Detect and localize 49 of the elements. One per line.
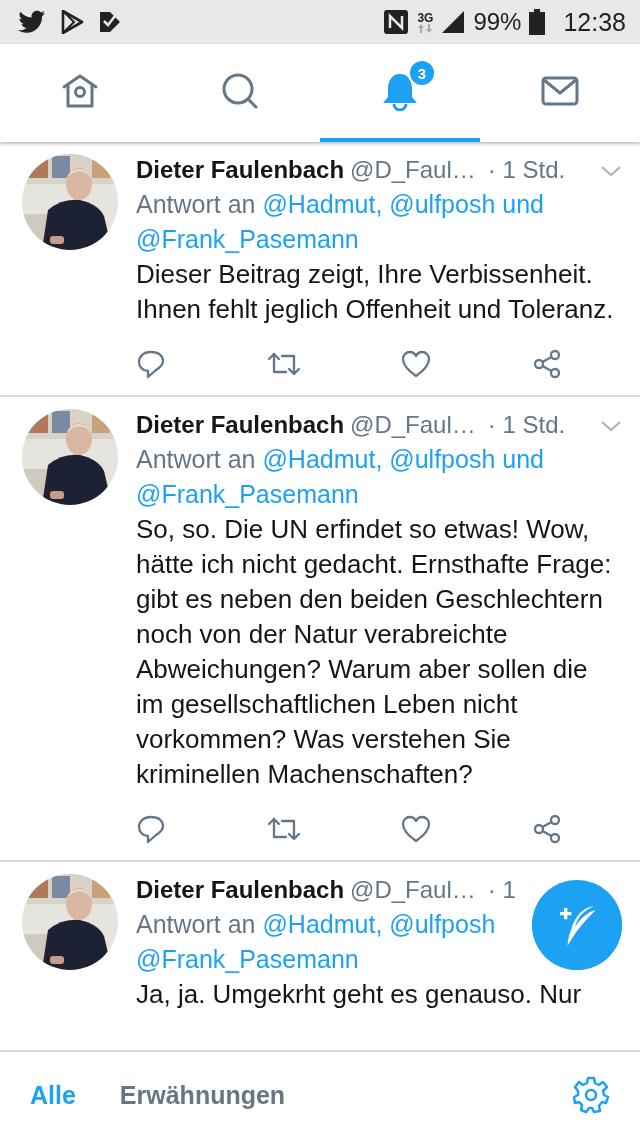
heart-icon[interactable] <box>401 350 432 378</box>
notifications-tab[interactable]: 3 <box>320 44 480 142</box>
reply-icon[interactable] <box>136 349 166 379</box>
data-arrows-icon <box>418 23 433 33</box>
filter-tab[interactable]: Alle <box>30 1074 76 1116</box>
mention-link[interactable]: @Frank_Pasemann <box>136 480 359 508</box>
tweet-text: Ja, ja. Umgekrht geht es genauso. Nur <box>136 978 583 1011</box>
checkmark-icon <box>98 10 122 34</box>
mention-link[interactable]: @ulfposh und <box>389 445 544 473</box>
mention-link[interactable]: @Frank_Pasemann <box>136 225 359 253</box>
battery-icon <box>529 9 546 35</box>
tweet-text: Dieser Beitrag zeigt, Ihre Verbissenheit. Ihnen fehlt jeglich Offenheit und Toleranz. <box>136 258 615 326</box>
reply-icon[interactable] <box>136 814 166 844</box>
heart-icon[interactable] <box>401 815 432 843</box>
mention-link[interactable]: @ulfposh <box>389 910 496 938</box>
tweet-time: · 1 Std. <box>487 410 566 440</box>
author-handle[interactable]: @D_Faul… <box>350 152 476 187</box>
filter-tab[interactable]: Erwähnungen <box>119 1074 286 1116</box>
retweet-icon[interactable] <box>266 350 301 378</box>
bell-icon <box>380 71 420 111</box>
mention-link[interactable]: @Frank_Pasemann <box>136 945 359 973</box>
network-type: 3G <box>417 11 434 24</box>
notification-badge: 3 <box>408 59 436 87</box>
reply-line: Antwort an @Hadmut, @ulfposh und @Frank_Pasemann <box>136 189 545 255</box>
mention-link[interactable]: @Hadmut, <box>262 190 383 218</box>
play-store-icon <box>60 10 84 34</box>
compose-button[interactable] <box>530 878 624 972</box>
retweet-icon[interactable] <box>266 815 301 843</box>
mention-link[interactable]: @ulfposh und <box>389 190 544 218</box>
author-name[interactable]: Dieter Faulenbach <box>136 152 345 187</box>
mention-link[interactable]: @Hadmut, <box>262 910 383 938</box>
author-handle[interactable]: @D_Faul… <box>350 407 476 442</box>
settings-icon[interactable] <box>572 1076 610 1114</box>
signal-icon <box>441 10 466 34</box>
author-handle[interactable]: @D_Faul… <box>350 872 476 907</box>
search-icon <box>220 71 260 111</box>
tweet-time: · 1 <box>487 875 516 905</box>
reply-line: Antwort an @Hadmut, @ulfposh und @Frank_Pasemann <box>136 444 545 510</box>
share-icon[interactable] <box>531 814 562 844</box>
nfc-icon <box>383 9 410 35</box>
tweet-time: · 1 Std. <box>487 155 566 185</box>
share-icon[interactable] <box>531 349 562 379</box>
tweet-text: So, so. Die UN erfindet so etwas! Wow, hätte ich nicht gedacht. Ernsthafte Frage: gibt es neben den beiden Geschlechtern noch von der Natur verabreichte Abweichungen? Warum aber sollen die im gesellschaftlichen Leben nicht vorkommen? Was verstehen Sie kriminellen Machenschaften? <box>136 513 613 791</box>
clock-time: 12:38 <box>563 7 626 37</box>
mention-link[interactable]: @Hadmut, <box>262 445 383 473</box>
battery-percent: 99% <box>473 8 522 36</box>
bird-icon <box>16 10 46 34</box>
author-name[interactable]: Dieter Faulenbach <box>136 872 345 907</box>
author-name[interactable]: Dieter Faulenbach <box>136 407 345 442</box>
